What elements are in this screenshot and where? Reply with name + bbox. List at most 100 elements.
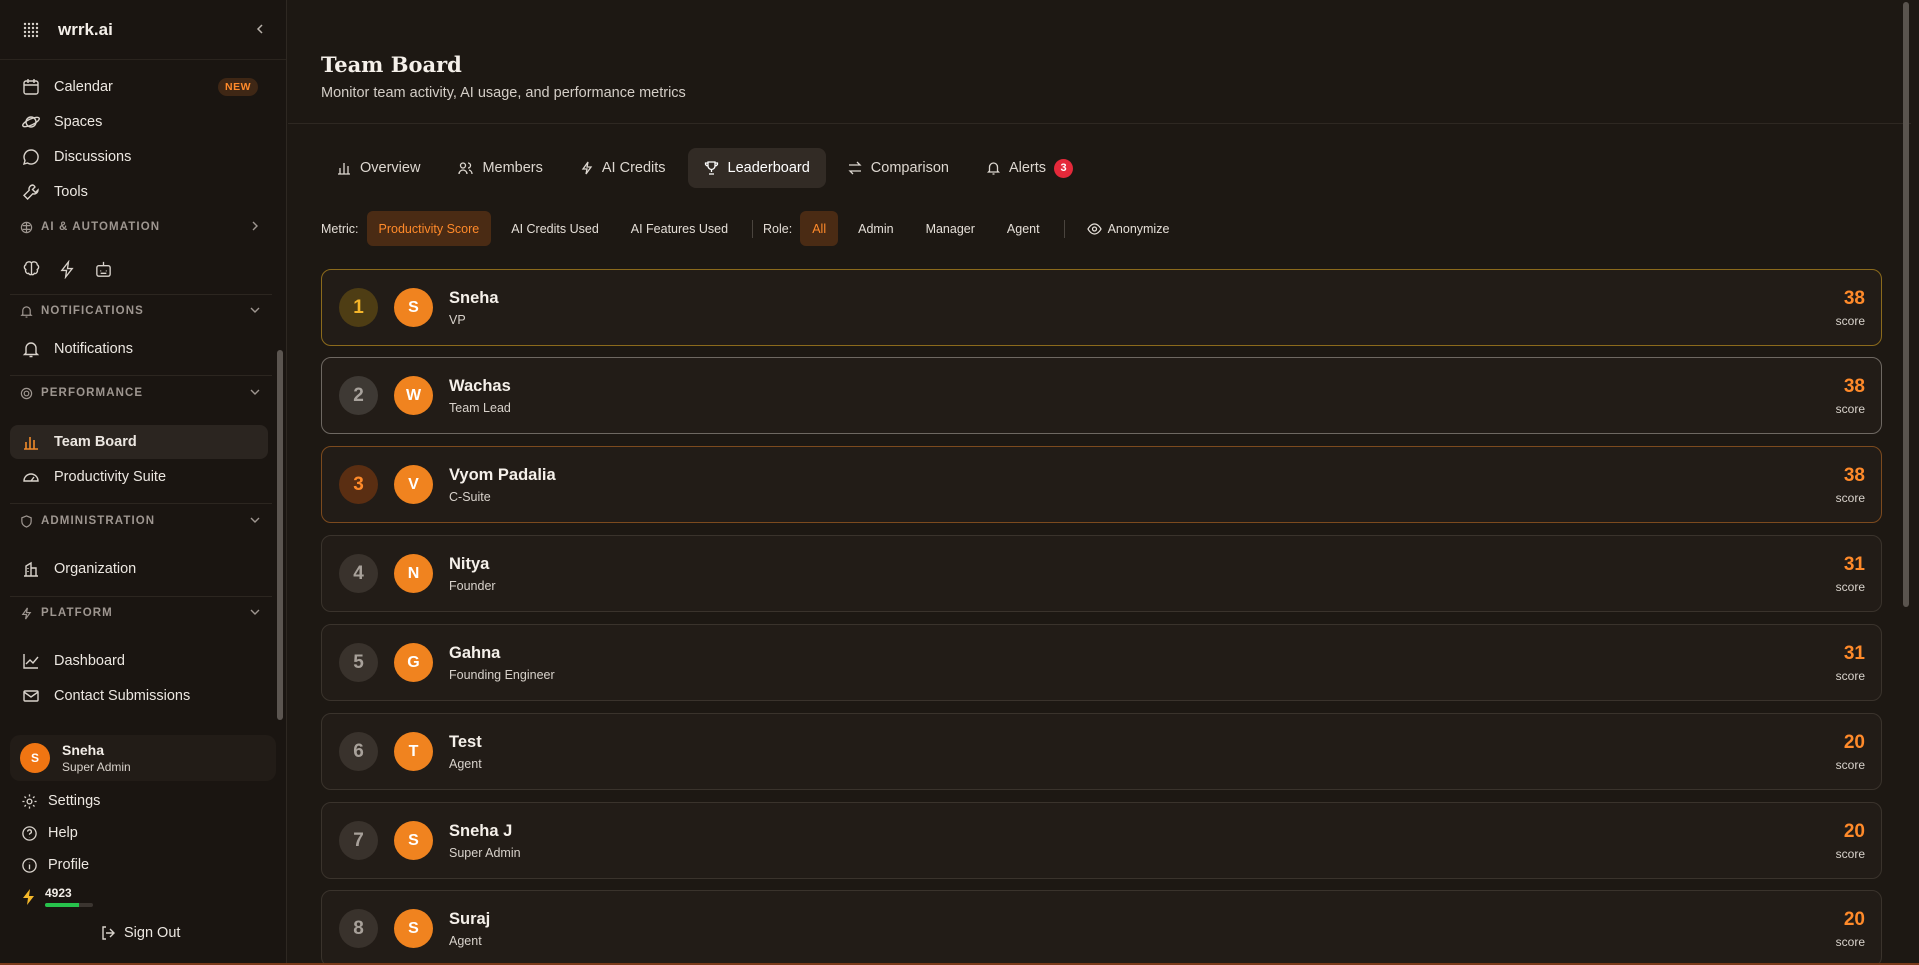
main-scrollbar[interactable] xyxy=(1901,0,1911,965)
sidebar-item-label: Team Board xyxy=(54,434,137,450)
leaderboard-row[interactable]: 2 W Wachas Team Lead 38 score xyxy=(321,357,1882,434)
profile-label: Profile xyxy=(48,857,90,873)
role-manager[interactable]: Manager xyxy=(914,211,987,246)
alerts-count-badge: 3 xyxy=(1054,158,1074,178)
section-label: PLATFORM xyxy=(41,607,113,619)
app-logo-icon xyxy=(20,19,42,41)
planet-icon xyxy=(20,111,42,133)
sidebar-item-productivity-suite[interactable]: Productivity Suite xyxy=(10,460,268,494)
credits-bar xyxy=(45,903,93,907)
role-agent[interactable]: Agent xyxy=(995,211,1052,246)
divider xyxy=(10,503,272,504)
leaderboard-row[interactable]: 3 V Vyom Padalia C-Suite 38 score xyxy=(321,446,1882,523)
sidebar: wrrk.ai Calendar NEW Spaces Discussions xyxy=(0,0,287,965)
tab-members[interactable]: Members xyxy=(442,148,558,188)
settings-link[interactable]: Settings xyxy=(20,792,100,810)
leaderboard-row[interactable]: 6 T Test Agent 20 score xyxy=(321,713,1882,790)
gauge-icon xyxy=(20,466,42,488)
tab-overview[interactable]: Overview xyxy=(321,148,436,188)
member-name: Wachas xyxy=(449,376,511,395)
role-admin[interactable]: Admin xyxy=(846,211,905,246)
score-value: 38 xyxy=(1843,464,1865,486)
lightning-icon xyxy=(581,161,593,175)
users-icon xyxy=(458,161,474,175)
member-role: VP xyxy=(449,312,466,327)
score-label: score xyxy=(1835,934,1865,949)
help-link[interactable]: Help xyxy=(20,824,78,842)
sidebar-item-label: Tools xyxy=(54,184,88,200)
sidebar-item-discussions[interactable]: Discussions xyxy=(10,140,268,174)
section-platform[interactable]: PLATFORM xyxy=(20,603,260,623)
brain-icon[interactable] xyxy=(20,258,42,280)
ai-quick-actions xyxy=(20,258,114,280)
member-name: Sneha xyxy=(449,288,499,307)
anonymize-toggle[interactable]: Anonymize xyxy=(1075,211,1182,246)
tab-ai-credits[interactable]: AI Credits xyxy=(565,148,682,188)
lightning-icon[interactable] xyxy=(56,258,78,280)
leaderboard-row[interactable]: 4 N Nitya Founder 31 score xyxy=(321,535,1882,612)
score-label: score xyxy=(1835,757,1865,772)
page-title: Team Board xyxy=(321,52,462,77)
tab-alerts[interactable]: Alerts 3 xyxy=(971,148,1089,188)
robot-icon[interactable] xyxy=(92,258,114,280)
sidebar-item-team-board[interactable]: Team Board xyxy=(10,425,268,459)
settings-label: Settings xyxy=(48,793,101,809)
sign-out-button[interactable]: Sign Out xyxy=(100,925,180,941)
collapse-sidebar-icon[interactable] xyxy=(254,22,266,38)
metric-ai-credits-used[interactable]: AI Credits Used xyxy=(499,211,611,246)
metric-productivity-score[interactable]: Productivity Score xyxy=(366,211,492,246)
bar-chart-icon xyxy=(337,161,351,175)
avatar: G xyxy=(394,643,433,682)
bar-chart-icon xyxy=(20,431,42,453)
tab-comparison[interactable]: Comparison xyxy=(832,148,965,188)
sidebar-item-contact-submissions[interactable]: Contact Submissions xyxy=(10,679,268,713)
bell-icon xyxy=(20,338,42,360)
chevron-down-icon xyxy=(250,607,260,620)
leaderboard-row[interactable]: 8 S Suraj Agent 20 score xyxy=(321,890,1882,965)
score-value: 31 xyxy=(1843,553,1865,575)
score-value: 31 xyxy=(1843,642,1865,664)
section-performance[interactable]: PERFORMANCE xyxy=(20,383,260,403)
sidebar-item-tools[interactable]: Tools xyxy=(10,175,268,209)
metric-label: Metric: xyxy=(321,221,359,236)
sidebar-item-label: Discussions xyxy=(54,149,132,165)
profile-link[interactable]: Profile xyxy=(20,856,89,874)
sidebar-item-label: Contact Submissions xyxy=(54,688,191,704)
wrench-icon xyxy=(20,181,42,203)
metric-ai-features-used[interactable]: AI Features Used xyxy=(619,211,740,246)
tab-leaderboard[interactable]: Leaderboard xyxy=(687,148,826,188)
user-card[interactable]: S Sneha Super Admin xyxy=(10,735,276,781)
role-all[interactable]: All xyxy=(800,211,839,246)
gear-icon xyxy=(20,792,38,810)
leaderboard-row[interactable]: 5 G Gahna Founding Engineer 31 score xyxy=(321,624,1882,701)
sidebar-item-calendar[interactable]: Calendar NEW xyxy=(10,70,268,104)
rank-badge: 8 xyxy=(339,909,378,948)
score-label: score xyxy=(1835,401,1865,416)
score-value: 20 xyxy=(1843,908,1865,930)
rank-badge: 5 xyxy=(339,643,378,682)
leaderboard-row[interactable]: 1 S Sneha VP 38 score xyxy=(321,269,1882,346)
sidebar-item-spaces[interactable]: Spaces xyxy=(10,105,268,139)
leaderboard-row[interactable]: 7 S Sneha J Super Admin 20 score xyxy=(321,802,1882,879)
rank-badge: 3 xyxy=(339,465,378,504)
chevron-right-icon xyxy=(250,221,260,234)
sidebar-item-notifications[interactable]: Notifications xyxy=(10,332,268,366)
sidebar-scrollbar[interactable] xyxy=(277,350,283,720)
eye-icon xyxy=(1086,222,1102,235)
user-role: Super Admin xyxy=(62,760,131,774)
avatar: N xyxy=(394,554,433,593)
app-name: wrrk.ai xyxy=(58,19,113,39)
building-icon xyxy=(20,558,42,580)
anonymize-label: Anonymize xyxy=(1107,221,1170,236)
section-administration[interactable]: ADMINISTRATION xyxy=(20,511,260,531)
member-role: Super Admin xyxy=(449,845,521,860)
member-role: C-Suite xyxy=(449,489,491,504)
sidebar-item-organization[interactable]: Organization xyxy=(10,552,268,586)
section-notifications[interactable]: NOTIFICATIONS xyxy=(20,301,260,321)
target-icon xyxy=(20,386,34,400)
line-chart-icon xyxy=(20,650,42,672)
sidebar-item-dashboard[interactable]: Dashboard xyxy=(10,644,268,678)
section-ai-automation[interactable]: AI & AUTOMATION xyxy=(20,217,260,237)
avatar: T xyxy=(394,732,433,771)
avatar: S xyxy=(394,909,433,948)
